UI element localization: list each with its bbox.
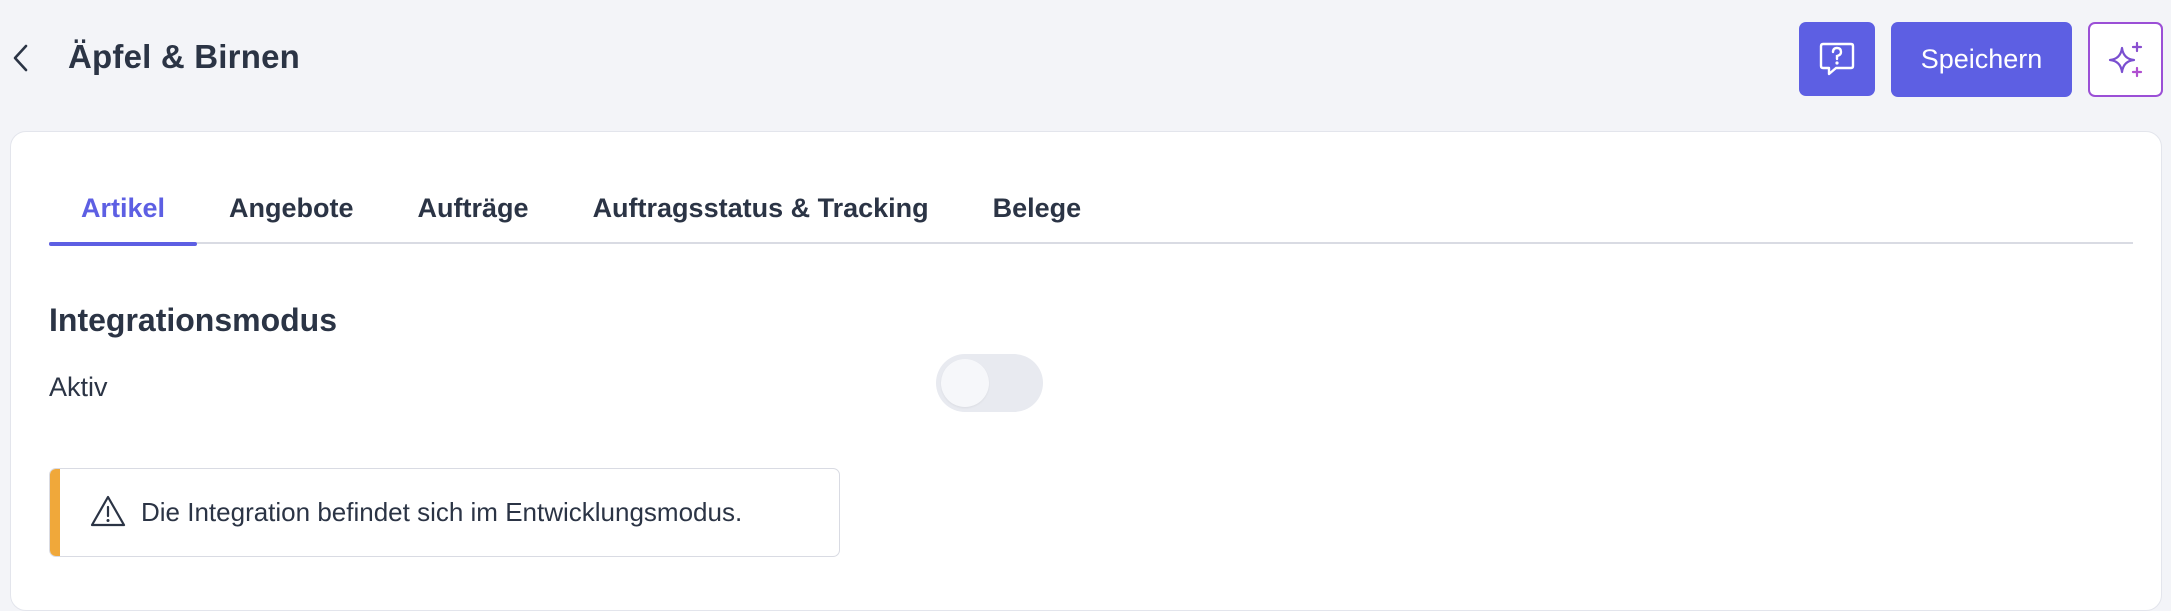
save-button[interactable]: Speichern bbox=[1891, 22, 2072, 97]
alert-text: Die Integration befindet sich im Entwick… bbox=[141, 497, 743, 527]
active-toggle[interactable] bbox=[936, 354, 1043, 412]
warning-triangle-icon bbox=[90, 495, 126, 527]
help-chat-icon bbox=[1819, 42, 1855, 76]
ai-assistant-button[interactable] bbox=[2088, 22, 2163, 97]
section-title: Integrationsmodus bbox=[49, 302, 338, 338]
chevron-left-icon bbox=[13, 44, 28, 72]
toggle-knob bbox=[941, 359, 989, 407]
warning-alert: Die Integration befindet sich im Entwick… bbox=[49, 468, 840, 557]
tab-artikel[interactable]: Artikel bbox=[49, 183, 198, 246]
tab-bar: Artikel Angebote Aufträge Auftragsstatus… bbox=[49, 183, 2133, 246]
page-header: Äpfel & Birnen Speichern bbox=[0, 0, 2171, 120]
active-label: Aktiv bbox=[49, 372, 108, 402]
sparkles-icon bbox=[2108, 41, 2142, 77]
tab-auftragsstatus-tracking[interactable]: Auftragsstatus & Tracking bbox=[561, 183, 961, 244]
alert-accent-bar bbox=[50, 469, 60, 556]
settings-card: Artikel Angebote Aufträge Auftragsstatus… bbox=[10, 131, 2162, 611]
tab-auftraege[interactable]: Aufträge bbox=[386, 183, 561, 244]
tab-belege[interactable]: Belege bbox=[961, 183, 1114, 244]
back-button[interactable] bbox=[4, 40, 36, 76]
page-title: Äpfel & Birnen bbox=[68, 38, 300, 75]
tab-angebote[interactable]: Angebote bbox=[197, 183, 386, 244]
help-button[interactable] bbox=[1799, 22, 1875, 96]
